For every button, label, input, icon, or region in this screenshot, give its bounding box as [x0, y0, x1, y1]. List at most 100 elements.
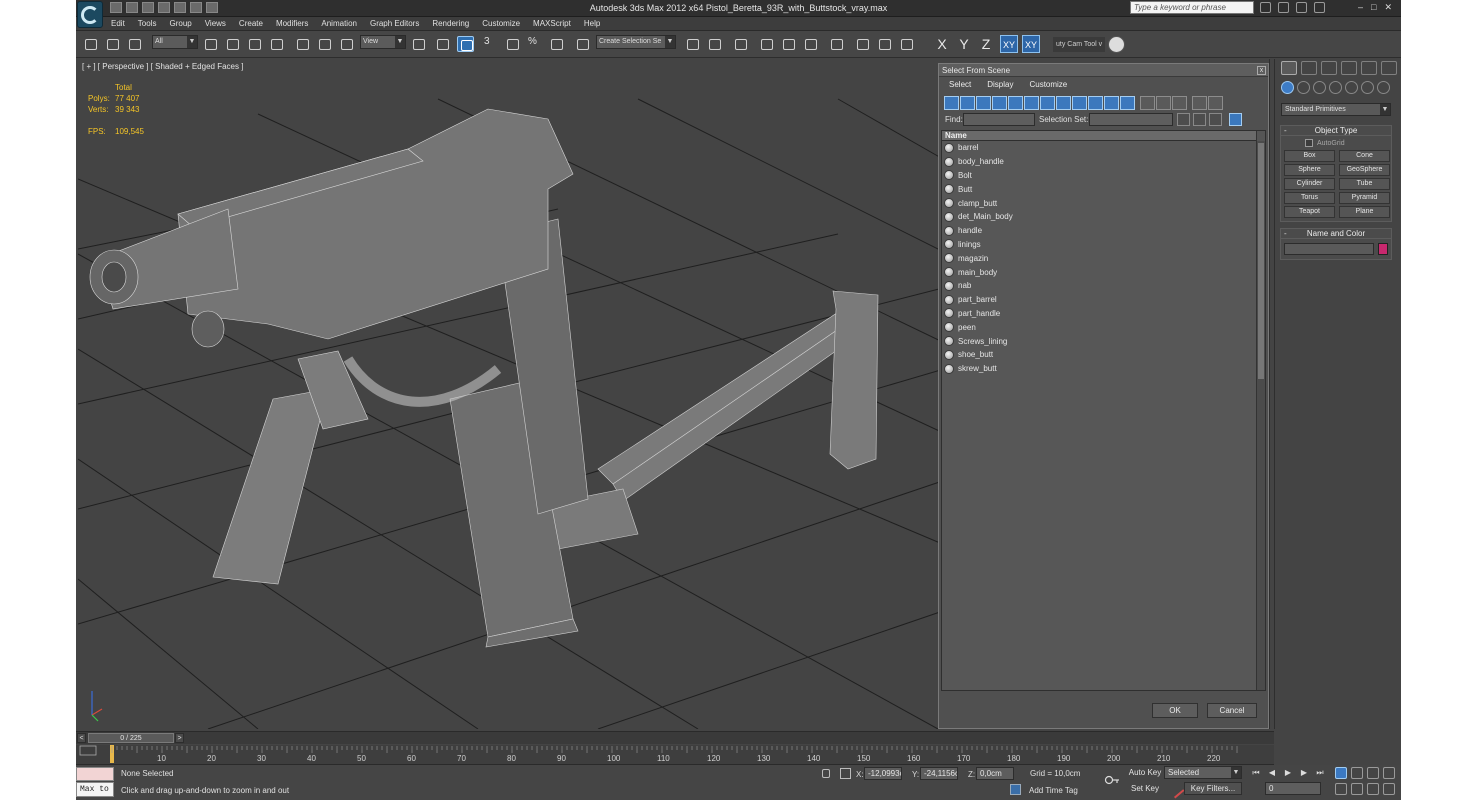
hierarchy-icon[interactable]: [1193, 113, 1206, 126]
dialog-menu-customize[interactable]: Customize: [1029, 78, 1067, 91]
lights-icon[interactable]: [1313, 81, 1326, 94]
find-input[interactable]: [963, 113, 1035, 126]
display-xrefs-icon[interactable]: [1056, 96, 1071, 110]
column-header-name[interactable]: Name: [942, 131, 1265, 141]
schematic-view-icon[interactable]: [802, 36, 819, 52]
primitive-button-box[interactable]: Box: [1284, 150, 1335, 162]
graphite-modeling-tools-icon[interactable]: [758, 36, 775, 52]
time-slider-thumb[interactable]: 0 / 225: [88, 733, 174, 743]
add-time-tag-button[interactable]: Add Time Tag: [1029, 786, 1078, 795]
menu-animation[interactable]: Animation: [321, 19, 357, 28]
create-tab-icon[interactable]: [1281, 61, 1297, 75]
key-filters-button[interactable]: Key Filters...: [1184, 782, 1242, 795]
primitive-button-plane[interactable]: Plane: [1339, 206, 1390, 218]
go-to-end-icon[interactable]: ⏭: [1314, 767, 1326, 779]
snaps-toggle-icon[interactable]: 3: [484, 36, 490, 47]
bind-to-space-warp-icon[interactable]: [126, 36, 143, 52]
display-bones-icon[interactable]: [1072, 96, 1087, 110]
absolute-mode-transform-icon[interactable]: [840, 768, 851, 779]
object-list-scrollbar[interactable]: [1256, 141, 1265, 690]
unlink-selection-icon[interactable]: [104, 36, 121, 52]
render-production-teapot-icon[interactable]: [898, 36, 915, 52]
select-and-link-icon[interactable]: [82, 36, 99, 52]
list-item[interactable]: Screws_lining: [942, 334, 1265, 348]
time-slider-prev-button[interactable]: <: [77, 733, 86, 743]
time-slider-next-button[interactable]: >: [175, 733, 184, 743]
primitive-button-pyramid[interactable]: Pyramid: [1339, 192, 1390, 204]
object-name-input[interactable]: [1284, 243, 1375, 255]
menu-edit[interactable]: Edit: [111, 19, 125, 28]
cancel-button[interactable]: Cancel: [1207, 703, 1257, 718]
curve-editor-icon[interactable]: [780, 36, 797, 52]
menu-views[interactable]: Views: [205, 19, 226, 28]
display-space-warps-icon[interactable]: [1024, 96, 1039, 110]
menu-help[interactable]: Help: [584, 19, 600, 28]
maximize-viewport-toggle-icon[interactable]: [1383, 783, 1395, 795]
list-item[interactable]: barrel: [942, 141, 1265, 155]
infocenter-search-input[interactable]: Type a keyword or phrase: [1130, 1, 1254, 14]
display-geometry-icon[interactable]: [944, 96, 959, 110]
render-setup-icon[interactable]: [854, 36, 871, 52]
dialog-close-button[interactable]: x: [1257, 66, 1266, 75]
list-item[interactable]: peen: [942, 320, 1265, 334]
hierarchy-tab-icon[interactable]: [1321, 61, 1337, 75]
selection-set-dropdown[interactable]: [1089, 113, 1173, 126]
application-button[interactable]: [77, 1, 103, 28]
set-key-mode-icon[interactable]: [1104, 773, 1120, 787]
menu-graph-editors[interactable]: Graph Editors: [370, 19, 419, 28]
track-bar[interactable]: 10 20 30 40 50 60 70 80 90 100 110 120 130 140 150 160 1…: [76, 745, 1274, 765]
name-and-color-title[interactable]: Name and Color: [1281, 229, 1391, 239]
use-pivot-point-center-icon[interactable]: [410, 36, 427, 52]
x-coordinate-field[interactable]: -12,0993cr: [864, 767, 902, 780]
favorites-star-icon[interactable]: [1296, 2, 1307, 13]
primitive-button-tube[interactable]: Tube: [1339, 178, 1390, 190]
select-and-move-icon[interactable]: [294, 36, 311, 52]
play-animation-icon[interactable]: ▶: [1282, 767, 1294, 779]
menu-maxscript[interactable]: MAXScript: [533, 19, 571, 28]
motion-tab-icon[interactable]: [1341, 61, 1357, 75]
display-tab-icon[interactable]: [1361, 61, 1377, 75]
filter-funnel-icon[interactable]: [1192, 96, 1207, 110]
set-key-button[interactable]: Set Key: [1128, 783, 1162, 796]
display-frozen-icon[interactable]: [1104, 96, 1119, 110]
shapes-icon[interactable]: [1297, 81, 1310, 94]
select-none-icon[interactable]: [1156, 96, 1171, 110]
orbit-icon[interactable]: [1367, 783, 1379, 795]
window-crossing-icon[interactable]: [268, 36, 285, 52]
time-tag-icon[interactable]: [1010, 784, 1021, 795]
primitive-button-geosphere[interactable]: GeoSphere: [1339, 164, 1390, 176]
communication-center-icon[interactable]: [1278, 2, 1289, 13]
select-object-icon[interactable]: [202, 36, 219, 52]
list-item[interactable]: Bolt: [942, 169, 1265, 183]
percent-snap-toggle-icon[interactable]: %: [528, 36, 537, 47]
systems-icon[interactable]: [1377, 81, 1390, 94]
primitive-category-dropdown[interactable]: Standard Primitives ▼: [1281, 103, 1391, 116]
auto-key-button[interactable]: Auto Key: [1128, 767, 1162, 780]
list-item[interactable]: nab: [942, 279, 1265, 293]
select-all-icon[interactable]: [1140, 96, 1155, 110]
edit-named-selection-sets-icon[interactable]: [574, 36, 591, 52]
list-item[interactable]: magazin: [942, 251, 1265, 265]
zoom-icon[interactable]: [1335, 767, 1347, 779]
key-filter-pen-icon[interactable]: [1167, 781, 1185, 799]
autogrid-checkbox[interactable]: [1305, 139, 1313, 147]
display-containers-icon[interactable]: [1088, 96, 1103, 110]
list-item[interactable]: main_body: [942, 265, 1265, 279]
menu-rendering[interactable]: Rendering: [432, 19, 469, 28]
restrict-to-xy-plane-button[interactable]: XY: [1000, 35, 1018, 53]
field-of-view-icon[interactable]: [1335, 783, 1347, 795]
primitive-button-cylinder[interactable]: Cylinder: [1284, 178, 1335, 190]
keyboard-shortcut-override-icon[interactable]: [457, 36, 474, 52]
ok-button[interactable]: OK: [1152, 703, 1198, 718]
zoom-all-icon[interactable]: [1351, 767, 1363, 779]
material-editor-icon[interactable]: [828, 36, 845, 52]
viewport-label-menu[interactable]: [ + ] [ Perspective ] [ Shaded + Edged F…: [82, 62, 243, 71]
reference-coordinate-system-dropdown[interactable]: View ▼: [360, 35, 406, 49]
restrict-to-y-button[interactable]: Y: [955, 35, 973, 53]
list-item[interactable]: part_handle: [942, 307, 1265, 321]
menu-tools[interactable]: Tools: [138, 19, 157, 28]
display-groups-icon[interactable]: [1040, 96, 1055, 110]
mini-curve-editor-icon[interactable]: [79, 745, 97, 756]
primitive-button-cone[interactable]: Cone: [1339, 150, 1390, 162]
zoom-extents-all-icon[interactable]: [1383, 767, 1395, 779]
